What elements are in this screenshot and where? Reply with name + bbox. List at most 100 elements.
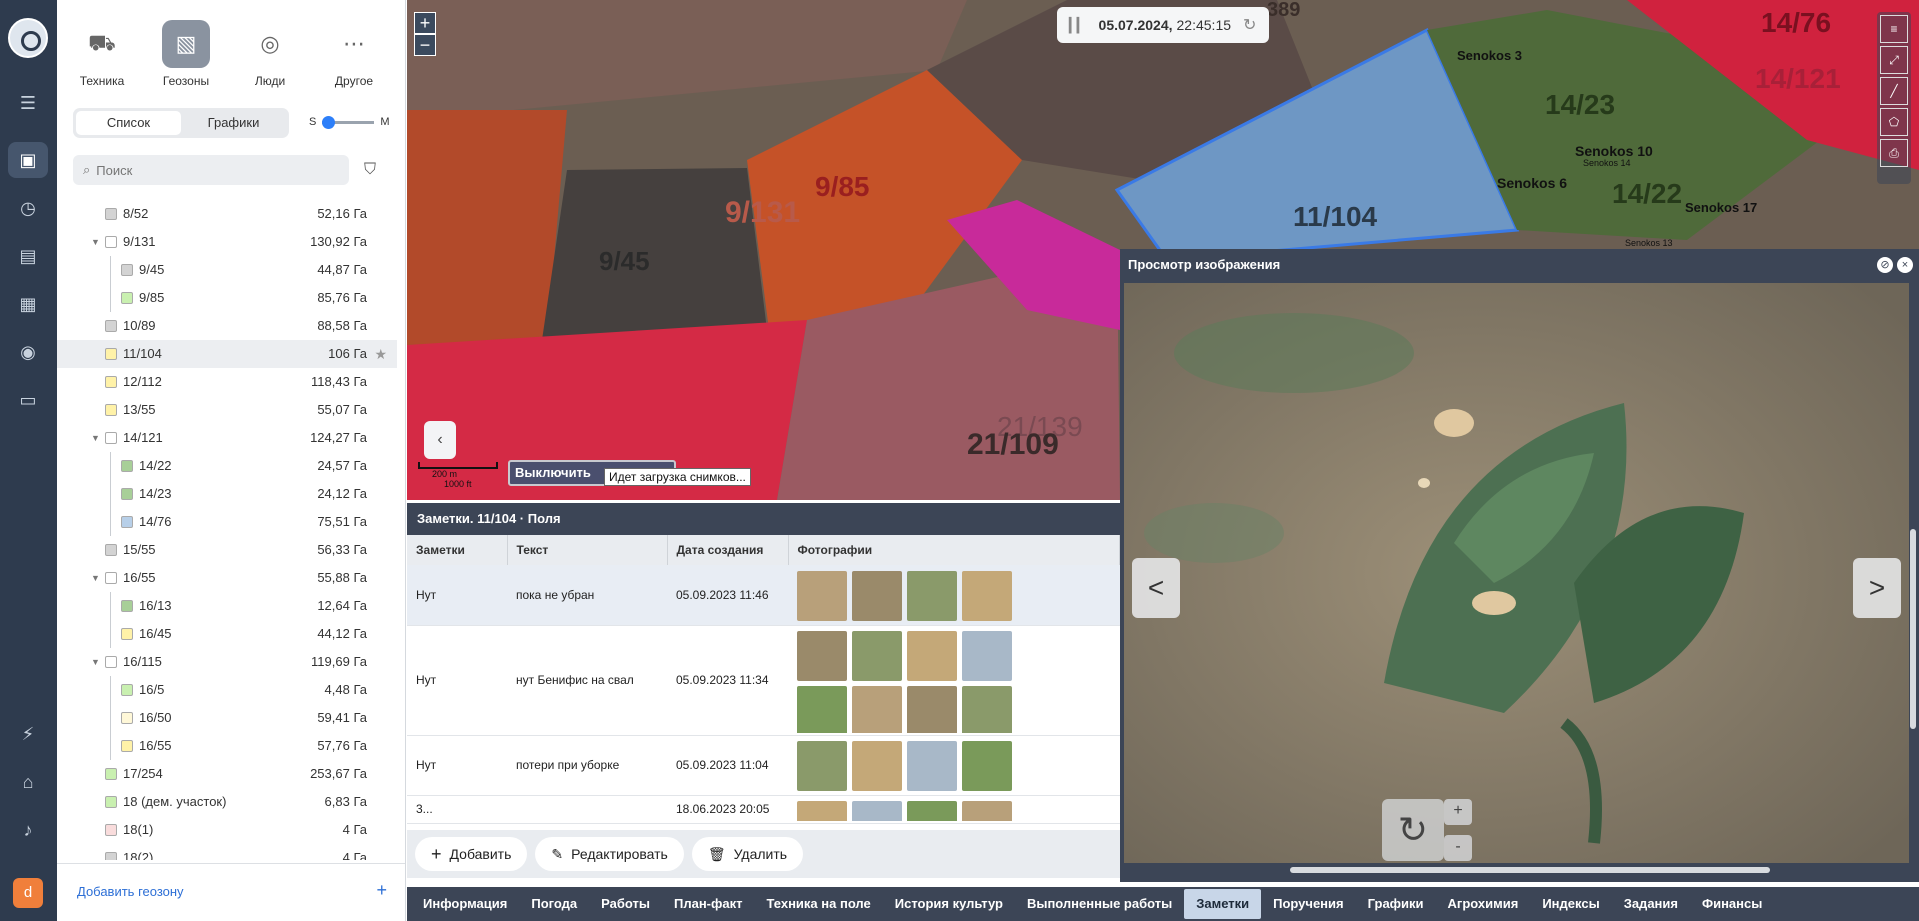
add-geozone-link[interactable]: Добавить геозону [77,884,184,899]
logo[interactable] [8,18,48,58]
layers-icon[interactable]: ≡ [1880,15,1908,43]
minimize-icon[interactable]: ⊘ [1877,257,1893,273]
color-checkbox[interactable] [121,264,133,276]
expand-icon[interactable]: ⤢ [1880,46,1908,74]
color-checkbox[interactable] [105,236,117,248]
tree-row[interactable]: 13/55 55,07 Га [57,396,397,424]
tab-item[interactable]: Погода [519,889,589,919]
tree-row[interactable]: 16/5 4,48 Га [57,676,397,704]
tree-row[interactable]: 12/112 118,43 Га [57,368,397,396]
tree-row[interactable]: ▼ 14/121 124,27 Га [57,424,397,452]
color-checkbox[interactable] [121,292,133,304]
photo-thumbnail[interactable] [852,570,902,621]
photo-thumbnail[interactable] [797,741,847,791]
plus-icon[interactable]: + [376,880,387,901]
zoom-out-button[interactable]: − [414,34,436,56]
color-checkbox[interactable] [105,544,117,556]
add-geozone-bar[interactable]: Добавить геозону + [57,863,405,921]
photo-thumbnail[interactable] [852,686,902,733]
tree-row[interactable]: 16/45 44,12 Га [57,620,397,648]
color-checkbox[interactable] [121,488,133,500]
color-checkbox[interactable] [105,432,117,444]
color-checkbox[interactable] [105,656,117,668]
menu-icon[interactable]: ☰ [8,85,48,121]
nav-lyudi[interactable]: ◎ Люди [233,20,307,88]
tree-row[interactable]: 15/55 56,33 Га [57,536,397,564]
color-checkbox[interactable] [105,572,117,584]
slider-track[interactable] [322,115,375,129]
table-row[interactable]: Нут нут Бенифис на свал 05.09.2023 11:34 [407,625,1120,736]
filter-icon[interactable]: ⛉ [364,161,376,179]
color-checkbox[interactable] [121,516,133,528]
photo-thumbnail[interactable] [962,631,1012,681]
add-note-button[interactable]: + Добавить [415,837,528,871]
photo-thumbnail[interactable] [852,741,902,791]
photo-thumbnail[interactable] [907,741,957,791]
tree-row[interactable]: 16/13 12,64 Га [57,592,397,620]
tab-item[interactable]: Работы [589,889,662,919]
tab-item[interactable]: Поручения [1261,889,1356,919]
tab-item[interactable]: Техника на поле [755,889,883,919]
photo-thumbnail[interactable] [907,801,957,821]
search-input[interactable] [96,162,327,178]
bell-icon[interactable]: ♪ [8,812,48,848]
tree-row[interactable]: ▼ 16/115 119,69 Га [57,648,397,676]
color-checkbox[interactable] [105,208,117,220]
avatar[interactable]: d [13,878,43,908]
globe-icon[interactable]: ◉ [8,334,48,370]
table-row[interactable]: Нут потери при уборке 05.09.2023 11:04 [407,735,1120,796]
clipboard-icon[interactable]: ▤ [8,238,48,274]
chevron-down-icon[interactable]: ▼ [91,228,100,256]
tab-item[interactable]: Выполненные работы [1015,889,1184,919]
tree-row[interactable]: 10/89 88,58 Га [57,312,397,340]
monitor-icon[interactable]: ▣ [8,142,48,178]
lightning-icon[interactable]: ⚡ [8,716,48,752]
store-icon[interactable]: ⌂ [8,764,48,800]
col-text[interactable]: Текст [507,535,668,565]
color-checkbox[interactable] [121,600,133,612]
delete-note-button[interactable]: 🗑 Удалить [691,837,804,871]
photo-thumbnail[interactable] [962,686,1012,733]
print-icon[interactable]: ⎙ [1880,139,1908,167]
rotate-button[interactable]: ↻ [1382,799,1444,861]
color-checkbox[interactable] [105,376,117,388]
tab-item[interactable]: Агрохимия [1436,889,1531,919]
tree-row[interactable]: ▼ 9/131 130,92 Га [57,228,397,256]
nav-drugoe[interactable]: ⋯ Другое [317,20,391,88]
tree-row[interactable]: 16/55 57,76 Га [57,732,397,760]
photo-thumbnail[interactable] [962,801,1012,821]
segment-list[interactable]: Список [76,111,181,135]
close-icon[interactable]: × [1897,257,1913,273]
color-checkbox[interactable] [105,852,117,860]
tree-row[interactable]: 9/85 85,76 Га [57,284,397,312]
ruler-icon[interactable]: ╱ [1880,77,1908,105]
field-9-45[interactable] [542,168,767,340]
photo-thumbnail[interactable] [797,631,847,681]
tree-row[interactable]: ▼ 16/55 55,88 Га [57,564,397,592]
next-image-button[interactable]: > [1853,558,1901,618]
photo-thumbnail[interactable] [852,801,902,821]
color-checkbox[interactable] [105,404,117,416]
tree-row[interactable]: 17/254 253,67 Га [57,760,397,788]
photo-thumbnail[interactable] [797,801,847,821]
tab-item[interactable]: План-факт [662,889,755,919]
nav-tekhnika[interactable]: ⛟ Техника [65,20,139,89]
zoom-out-image-button[interactable]: - [1444,835,1472,861]
photo-thumbnail[interactable] [797,686,847,733]
reload-icon[interactable]: ↻ [1243,15,1256,35]
star-icon[interactable]: ★ [374,340,387,368]
table-row[interactable]: Нут пока не убран 05.09.2023 11:46 [407,565,1120,626]
color-checkbox[interactable] [121,712,133,724]
nav-geozony[interactable]: ▧ Геозоны [149,20,223,88]
slider-knob[interactable] [322,115,336,129]
zoom-in-image-button[interactable]: + [1444,799,1472,825]
color-checkbox[interactable] [121,628,133,640]
tree-row[interactable]: 18(1) 4 Га [57,816,397,844]
polygon-icon[interactable]: ⬠ [1880,108,1908,136]
tree-row[interactable]: 18(2) 4 Га [57,844,397,860]
tree-row[interactable]: 11/104 106 Га ★ [57,340,397,368]
tab-item[interactable]: Индексы [1530,889,1611,919]
photo-thumbnail[interactable] [907,686,957,733]
color-checkbox[interactable] [105,824,117,836]
viewer-hscrollbar[interactable] [1290,867,1770,873]
